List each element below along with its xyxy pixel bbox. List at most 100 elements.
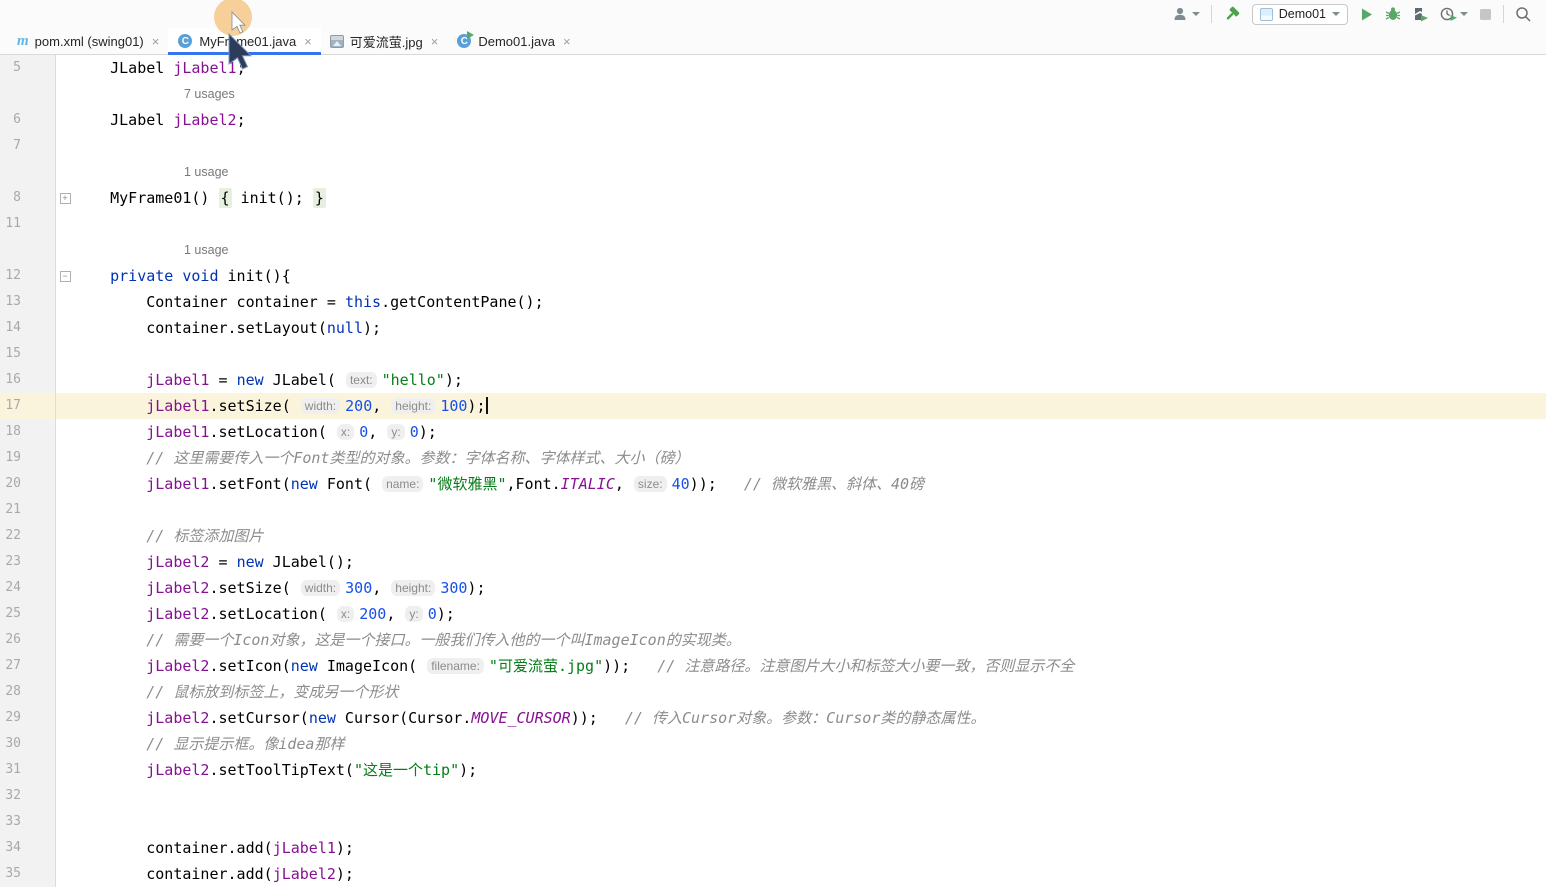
line-number[interactable]: 13 [0, 289, 56, 315]
code-editor[interactable]: 5 JLabel jLabel1; 7 usages 6 JLabel jLabel… [0, 55, 1546, 887]
fold-column [56, 445, 74, 471]
code-line[interactable]: 14 container.setLayout(null); [0, 315, 1546, 341]
run-button[interactable] [1359, 7, 1374, 22]
code-line[interactable]: 34 container.add(jLabel1); [0, 835, 1546, 861]
code-line[interactable]: 7 [0, 133, 1546, 159]
profiler-button[interactable] [1440, 6, 1468, 22]
code-line[interactable]: 15 [0, 341, 1546, 367]
fold-toggle-icon[interactable]: − [60, 271, 71, 282]
fold-column [56, 237, 74, 263]
maven-icon: m [17, 33, 29, 50]
code-line[interactable]: 33 [0, 809, 1546, 835]
line-number[interactable]: 34 [0, 835, 56, 861]
usages-hint-row[interactable]: 1 usage [0, 237, 1546, 263]
code-line[interactable]: 24 jLabel2.setSize( width:300, height:30… [0, 575, 1546, 601]
code-line[interactable]: 18 jLabel1.setLocation( x:0, y:0); [0, 419, 1546, 445]
code-line[interactable]: 29 jLabel2.setCursor(new Cursor(Cursor.M… [0, 705, 1546, 731]
debug-button[interactable] [1385, 6, 1401, 22]
line-number[interactable]: 35 [0, 861, 56, 887]
code-line[interactable]: 8+ MyFrame01() { init(); } [0, 185, 1546, 211]
code-line[interactable]: 20 jLabel1.setFont(new Font( name:"微软雅黑"… [0, 471, 1546, 497]
line-number[interactable]: 26 [0, 627, 56, 653]
line-number[interactable]: 31 [0, 757, 56, 783]
line-number[interactable]: 15 [0, 341, 56, 367]
line-number[interactable]: 18 [0, 419, 56, 445]
code-line[interactable]: 13 Container container = this.getContent… [0, 289, 1546, 315]
fold-column [56, 731, 74, 757]
code-line[interactable]: 23 jLabel2 = new JLabel(); [0, 549, 1546, 575]
fold-toggle-icon[interactable]: + [60, 193, 71, 204]
run-with-coverage-button[interactable] [1412, 6, 1429, 22]
line-number[interactable]: 21 [0, 497, 56, 523]
stop-button[interactable] [1479, 8, 1492, 21]
code-line[interactable]: 11 [0, 211, 1546, 237]
code-line[interactable]: 5 JLabel jLabel1; [0, 55, 1546, 81]
code-text: jLabel2.setIcon(new ImageIcon( filename:… [74, 653, 1074, 679]
line-number[interactable] [0, 81, 56, 107]
build-button[interactable] [1223, 5, 1241, 23]
close-icon[interactable]: × [431, 34, 439, 49]
code-token: new [237, 371, 264, 389]
code-line[interactable]: 31 jLabel2.setToolTipText("这是一个tip"); [0, 757, 1546, 783]
close-icon[interactable]: × [563, 34, 571, 49]
code-line[interactable]: 6 JLabel jLabel2; [0, 107, 1546, 133]
tab-demo01-java[interactable]: C Demo01.java × [447, 28, 579, 54]
line-number[interactable] [0, 237, 56, 263]
code-text: Container container = this.getContentPan… [74, 289, 544, 315]
close-icon[interactable]: × [152, 34, 160, 49]
line-number[interactable]: 25 [0, 601, 56, 627]
line-number[interactable]: 12 [0, 263, 56, 289]
code-token: null [327, 319, 363, 337]
code-line[interactable]: 32 [0, 783, 1546, 809]
code-line[interactable]: 22 // 标签添加图片 [0, 523, 1546, 549]
line-number[interactable]: 24 [0, 575, 56, 601]
line-number[interactable]: 8 [0, 185, 56, 211]
tab-image-jpg[interactable]: 可爱流萤.jpg × [321, 28, 448, 54]
code-line[interactable]: 30 // 显示提示框。像idea那样 [0, 731, 1546, 757]
line-number[interactable]: 23 [0, 549, 56, 575]
line-number[interactable]: 33 [0, 809, 56, 835]
line-number[interactable]: 14 [0, 315, 56, 341]
code-line[interactable]: 27 jLabel2.setIcon(new ImageIcon( filena… [0, 653, 1546, 679]
code-line[interactable]: 16 jLabel1 = new JLabel( text:"hello"); [0, 367, 1546, 393]
usages-hint[interactable]: 1 usage [184, 165, 228, 179]
code-line[interactable]: 12− private void init(){ [0, 263, 1546, 289]
code-line[interactable]: 25 jLabel2.setLocation( x:200, y:0); [0, 601, 1546, 627]
line-number[interactable]: 27 [0, 653, 56, 679]
line-number[interactable]: 29 [0, 705, 56, 731]
code-token: new [291, 475, 318, 493]
line-number[interactable]: 20 [0, 471, 56, 497]
user-profile-button[interactable] [1172, 6, 1200, 22]
code-line[interactable]: 26 // 需要一个Icon对象，这是一个接口。一般我们传入他的一个叫Image… [0, 627, 1546, 653]
line-number[interactable]: 17 [0, 393, 56, 419]
line-number[interactable] [0, 159, 56, 185]
line-number[interactable]: 19 [0, 445, 56, 471]
usages-hint[interactable]: 7 usages [184, 87, 235, 101]
line-number[interactable]: 32 [0, 783, 56, 809]
code-text: jLabel2.setToolTipText("这是一个tip"); [74, 757, 477, 783]
tab-pom-xml[interactable]: m pom.xml (swing01) × [8, 28, 168, 54]
search-everywhere-button[interactable] [1515, 6, 1532, 23]
fold-column [56, 679, 74, 705]
code-line[interactable]: 21 [0, 497, 1546, 523]
usages-hint[interactable]: 1 usage [184, 243, 228, 257]
line-number[interactable]: 11 [0, 211, 56, 237]
tab-myframe01-java[interactable]: C MyFrame01.java × [168, 28, 320, 54]
line-number[interactable]: 30 [0, 731, 56, 757]
line-number[interactable]: 7 [0, 133, 56, 159]
code-token: new [291, 657, 318, 675]
line-number[interactable]: 28 [0, 679, 56, 705]
usages-hint-row[interactable]: 1 usage [0, 159, 1546, 185]
code-line[interactable]: 28 // 鼠标放到标签上，变成另一个形状 [0, 679, 1546, 705]
line-number[interactable]: 22 [0, 523, 56, 549]
line-number[interactable]: 16 [0, 367, 56, 393]
line-number[interactable]: 5 [0, 55, 56, 81]
run-configuration-select[interactable]: Demo01 [1252, 4, 1348, 25]
code-line[interactable]: 17 jLabel1.setSize( width:200, height:10… [0, 393, 1546, 419]
fold-column [56, 653, 74, 679]
code-line[interactable]: 19 // 这里需要传入一个Font类型的对象。参数：字体名称、字体样式、大小（… [0, 445, 1546, 471]
close-icon[interactable]: × [304, 34, 312, 49]
code-line[interactable]: 35 container.add(jLabel2); [0, 861, 1546, 887]
line-number[interactable]: 6 [0, 107, 56, 133]
usages-hint-row[interactable]: 7 usages [0, 81, 1546, 107]
